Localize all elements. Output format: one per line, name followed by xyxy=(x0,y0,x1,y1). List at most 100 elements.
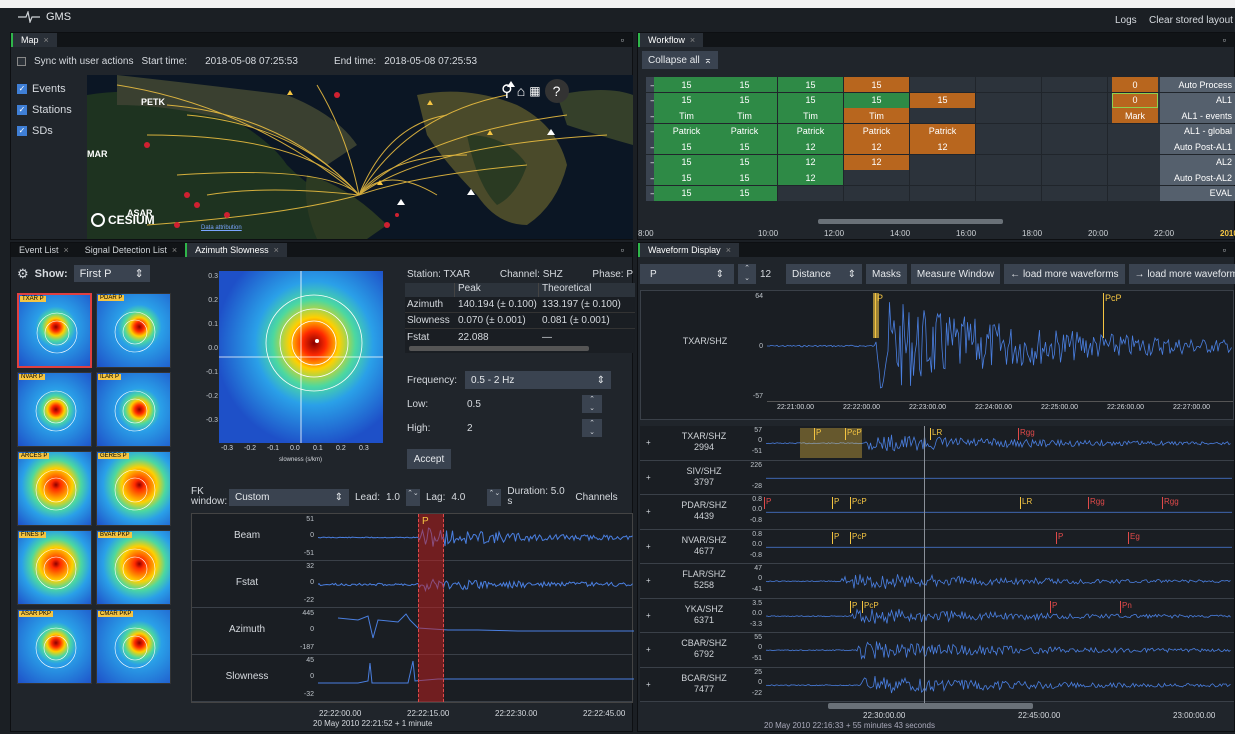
globe-map[interactable]: PETK MAR ASAR ⚲ ⌂ ▦ ? CESIUM Data attrib… xyxy=(87,75,633,239)
start-time-value[interactable]: 2018-05-08 07:25:53 xyxy=(195,56,308,67)
workflow-status-cell[interactable] xyxy=(1112,123,1158,139)
count-stepper[interactable]: ⌃ ⌄ xyxy=(738,264,756,284)
channel-row[interactable]: + PDAR/SHZ 4439 0.8 0.0 -0.8 P P PcP LR Rgg Rgg xyxy=(640,495,1234,530)
workflow-cell[interactable] xyxy=(976,108,1041,123)
fk-thumbnail[interactable]: ILAR P xyxy=(96,372,171,447)
phase-marker[interactable]: PcP xyxy=(862,600,879,613)
workflow-cell[interactable]: 15 xyxy=(654,154,719,170)
maximize-icon[interactable]: ▫ xyxy=(1215,33,1234,47)
lag-stepper[interactable]: ⌃⌄ xyxy=(487,488,502,506)
load-next-waveforms-button[interactable]: → load more waveforms xyxy=(1128,264,1235,284)
channel-row[interactable]: + BCAR/SHZ 7477 25 0 -22 xyxy=(640,667,1234,702)
lag-input[interactable]: 4.0 xyxy=(451,492,481,503)
maximize-icon[interactable]: ▫ xyxy=(1215,243,1234,257)
workflow-cell[interactable]: Patrick xyxy=(712,123,777,139)
workflow-cell[interactable] xyxy=(976,92,1041,108)
workflow-stage-label[interactable]: Auto Process xyxy=(1160,77,1235,92)
checkbox-checked-icon[interactable]: ✓ xyxy=(17,104,27,115)
frequency-select[interactable]: 0.5 - 2 Hz ⇕ xyxy=(465,371,612,389)
workflow-cell[interactable]: 15 xyxy=(712,154,777,170)
fk-trace-row[interactable]: Fstat 32 0 -22 xyxy=(192,561,633,608)
high-input[interactable]: 2 xyxy=(467,423,582,434)
close-icon[interactable]: × xyxy=(44,35,49,45)
help-icon[interactable]: ? xyxy=(544,79,569,103)
workflow-cell[interactable]: 15 xyxy=(712,92,777,108)
channel-row[interactable]: + YKA/SHZ 6371 3.5 0.0 -3.3 P PcP P Pn xyxy=(640,598,1234,633)
workflow-cell[interactable] xyxy=(1042,92,1107,108)
sync-checkbox[interactable] xyxy=(17,56,26,66)
channel-row[interactable]: + CBAR/SHZ 6792 55 0 -51 xyxy=(640,633,1234,668)
workflow-status-cell[interactable] xyxy=(1112,185,1158,201)
table-scrollbar[interactable] xyxy=(409,346,589,351)
workflow-stage-label[interactable]: EVAL xyxy=(1160,185,1235,201)
workflow-cell[interactable]: 12 xyxy=(844,154,909,170)
workflow-cell[interactable]: 12 xyxy=(778,170,843,185)
tab-workflow[interactable]: Workflow × xyxy=(638,33,704,47)
close-icon[interactable]: × xyxy=(64,245,69,255)
time-cursor[interactable] xyxy=(924,426,925,706)
workflow-cell[interactable]: 15 xyxy=(712,170,777,185)
workflow-cell[interactable]: 12 xyxy=(910,139,975,154)
low-input[interactable]: 0.5 xyxy=(467,399,582,410)
waveform-channel-list[interactable]: + TXAR/SHZ 2994 57 0 -51 P PcP LR Rgg + SIV/SHZ 3797… xyxy=(640,426,1234,706)
workflow-cell[interactable] xyxy=(976,139,1041,154)
clear-layout-link[interactable]: Clear stored layout xyxy=(1149,15,1233,26)
fk-thumbnail[interactable]: TXAR P xyxy=(17,293,92,368)
checkbox-checked-icon[interactable]: ✓ xyxy=(17,83,27,94)
workflow-cell[interactable]: 15 xyxy=(654,77,719,92)
fk-thumbnail[interactable]: CMAR PKP xyxy=(96,609,171,684)
workflow-cell[interactable] xyxy=(1042,185,1107,201)
workflow-cell[interactable] xyxy=(976,123,1041,139)
phase-marker[interactable]: Rgg xyxy=(1162,497,1179,509)
low-stepper[interactable]: ⌃ ⌄ xyxy=(582,395,602,413)
phase-marker[interactable]: LR xyxy=(930,428,942,440)
close-icon[interactable]: × xyxy=(690,35,695,45)
fk-trace-stack[interactable]: Beam 51 0 -51 Fstat 32 0 -22 Azimuth 445 0 -187 Slow… xyxy=(191,513,634,703)
sort-select[interactable]: Distance ⇕ xyxy=(786,264,862,284)
workflow-cell[interactable]: Patrick xyxy=(654,123,719,139)
phase-marker[interactable]: P xyxy=(814,428,821,440)
grid-icon[interactable]: ▦ xyxy=(529,84,540,98)
workflow-status-cell[interactable]: Mark xyxy=(1112,108,1158,123)
table-row[interactable]: Slowness 0.070 (± 0.001) 0.081 (± 0.001) xyxy=(405,313,635,329)
workflow-cell[interactable]: Patrick xyxy=(910,123,975,139)
workflow-cell[interactable]: Tim xyxy=(778,108,843,123)
workflow-status-cell[interactable] xyxy=(1112,139,1158,154)
count-value[interactable]: 12 xyxy=(760,269,782,280)
measure-window-button[interactable]: Measure Window xyxy=(910,264,1001,284)
lead-input[interactable]: 1.0 xyxy=(386,492,400,503)
phase-marker[interactable]: PcP xyxy=(850,497,867,509)
chevron-down-icon[interactable]: ⌄ xyxy=(589,428,595,437)
workflow-cell[interactable]: Tim xyxy=(712,108,777,123)
workflow-status-cell[interactable] xyxy=(1112,154,1158,170)
measure-window-waveform[interactable]: TXAR/SHZ 64 0 -57 P PcP 22:21:00.00 22:22:00.00… xyxy=(640,290,1234,420)
workflow-cell[interactable] xyxy=(910,77,975,92)
phase-marker[interactable]: Eg xyxy=(1128,531,1140,544)
workflow-cell[interactable] xyxy=(976,170,1041,185)
tab-map[interactable]: Map × xyxy=(11,33,57,47)
workflow-cell[interactable] xyxy=(910,108,975,123)
fk-trace-row[interactable]: Slowness 45 0 -32 xyxy=(192,655,634,702)
workflow-cell[interactable] xyxy=(1042,77,1107,92)
fk-thumbnail[interactable]: ASAR PKP xyxy=(17,609,92,684)
phase-marker[interactable]: Rgg xyxy=(1088,497,1105,509)
workflow-cell[interactable] xyxy=(910,170,975,185)
workflow-cell[interactable]: Tim xyxy=(844,108,909,123)
tab-waveform-display[interactable]: Waveform Display × xyxy=(638,243,739,257)
workflow-cell[interactable]: 15 xyxy=(654,170,719,185)
fk-thumbnail[interactable]: FINES P xyxy=(17,530,92,605)
home-icon[interactable]: ⌂ xyxy=(517,83,525,99)
workflow-cell[interactable]: 12 xyxy=(778,139,843,154)
workflow-cell[interactable] xyxy=(910,185,975,201)
tab-signal-detection-list[interactable]: Signal Detection List × xyxy=(77,243,185,257)
waveform-scrollbar[interactable] xyxy=(828,703,1033,709)
workflow-cell[interactable]: 15 xyxy=(844,92,909,108)
workflow-cell[interactable]: 12 xyxy=(778,154,843,170)
workflow-cell[interactable] xyxy=(1042,170,1107,185)
workflow-cell[interactable] xyxy=(844,170,909,185)
workflow-cell[interactable]: 15 xyxy=(844,77,909,92)
workflow-cell[interactable]: 15 xyxy=(778,92,843,108)
workflow-cell[interactable]: 15 xyxy=(712,77,777,92)
fk-thumbnail[interactable]: BVAR PKP xyxy=(96,530,171,605)
fk-window-select[interactable]: Custom ⇕ xyxy=(229,488,349,506)
